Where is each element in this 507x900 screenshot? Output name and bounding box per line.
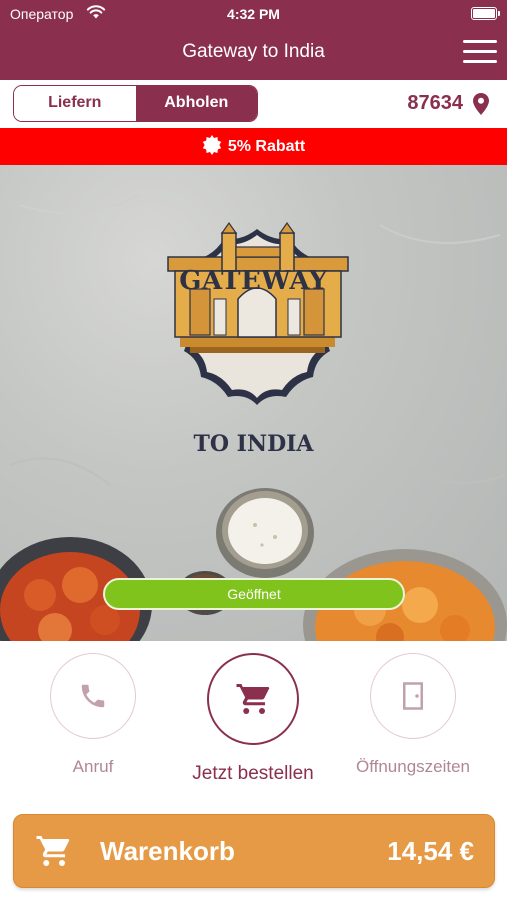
pickup-tab[interactable]: Abholen (135, 86, 257, 121)
shopping-cart-icon (36, 836, 70, 866)
phone-icon (81, 684, 105, 708)
logo-text-top: GATEWAY (179, 266, 328, 296)
quick-actions: Anruf Jetzt bestellen Öffnungszeiten (0, 641, 507, 801)
order-now-button[interactable] (207, 653, 299, 745)
discount-text: 5% Rabatt (227, 138, 306, 155)
clock: 4:32 PM (227, 6, 280, 22)
delivery-tab[interactable]: Liefern (14, 86, 136, 121)
page-title: Gateway to India (182, 41, 325, 62)
open-status-badge: Geöffnet (103, 578, 405, 610)
opening-hours-button[interactable] (370, 653, 456, 739)
status-bar: Оператор 4:32 PM (0, 0, 507, 28)
call-label: Anruf (72, 757, 114, 776)
opening-hours-action[interactable]: Öffnungszeiten (333, 653, 493, 777)
opening-hours-label: Öffnungszeiten (355, 757, 471, 776)
call-action[interactable]: Anruf (13, 653, 173, 777)
order-now-label: Jetzt bestellen (192, 763, 314, 784)
order-mode-toggle: Liefern Abholen (13, 85, 258, 122)
zip-code[interactable]: 87634 (407, 92, 463, 115)
order-mode-row: Liefern Abholen 87634 (0, 80, 507, 128)
battery-icon (471, 7, 500, 20)
discount-badge-icon (202, 134, 222, 155)
location-pin-icon[interactable] (473, 93, 489, 115)
restaurant-hero-image: GATEWAY TO INDIA Geöffnet (0, 165, 507, 641)
cart-icon (236, 684, 270, 714)
logo-text-bottom: TO INDIA (193, 431, 314, 457)
cart-total: 14,54 € (387, 836, 474, 866)
cart-button[interactable]: Warenkorb 14,54 € (13, 814, 495, 888)
cart-label: Warenkorb (100, 836, 235, 866)
call-button[interactable] (50, 653, 136, 739)
door-icon (403, 682, 423, 710)
discount-banner: 5% Rabatt (0, 128, 507, 165)
hamburger-menu-icon[interactable] (463, 40, 497, 66)
food-photo-illustration (0, 194, 507, 641)
order-action[interactable]: Jetzt bestellen (173, 653, 333, 785)
nav-bar: Gateway to India (0, 28, 507, 80)
